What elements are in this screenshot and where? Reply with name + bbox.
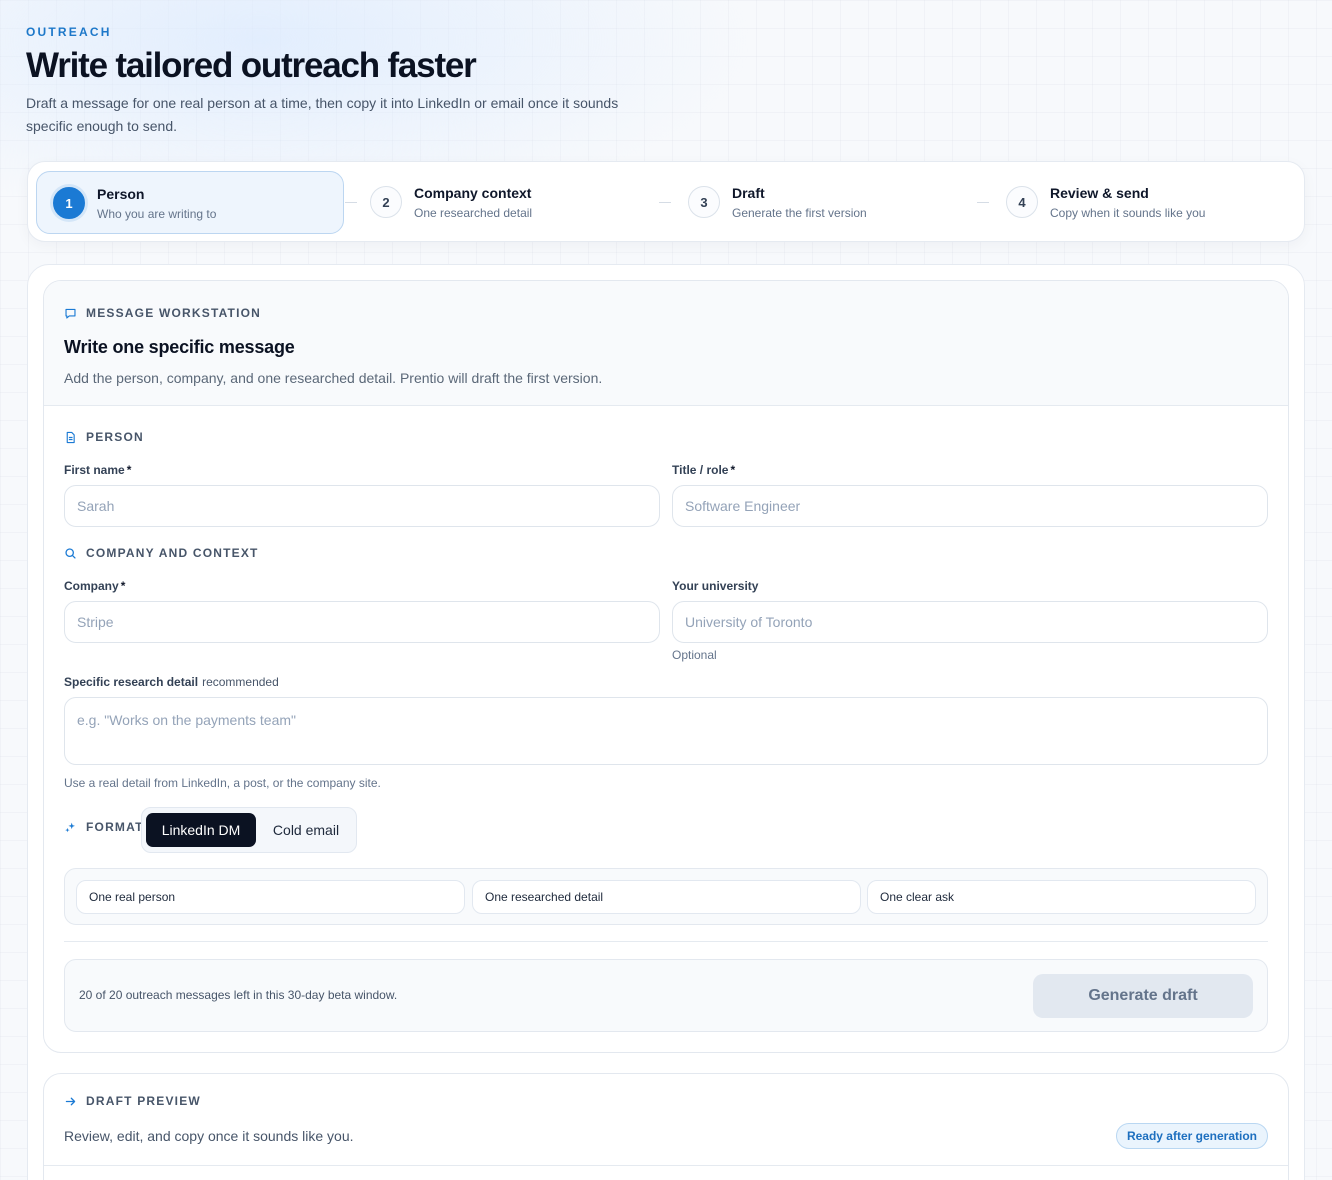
step-title: Person [97,186,145,202]
step-subtitle: One researched detail [414,206,533,220]
format-cold-email-button[interactable]: Cold email [258,813,354,847]
required-marker: * [730,463,736,477]
workstation-label-text: MESSAGE WORKSTATION [86,306,262,320]
person-section-label-text: PERSON [86,430,144,444]
page-subtitle: Draft a message for one real person at a… [26,95,619,134]
generate-draft-button[interactable]: Generate draft [1033,974,1253,1018]
checklist-item: One real person [76,880,465,914]
first-name-label-text: First name [64,463,125,477]
status-badge: Ready after generation [1115,1123,1268,1149]
title-role-field[interactable] [672,485,1268,527]
first-name-label: First name * [64,463,131,477]
step-subtitle: Copy when it sounds like you [1050,206,1206,220]
workstation-header: MESSAGE WORKSTATION Write one specific m… [44,281,1288,406]
workstation-label: MESSAGE WORKSTATION [64,306,261,320]
draft-preview-label: DRAFT PREVIEW [64,1094,201,1108]
message-checklist: One real person One researched detail On… [64,868,1268,925]
step-number: 2 [370,186,402,218]
university-field[interactable] [672,601,1268,643]
university-optional-hint: Optional [672,648,717,662]
draft-preview: DRAFT PREVIEW Review, edit, and copy onc… [43,1073,1289,1180]
format-toggle: LinkedIn DM Cold email [141,807,357,853]
divider [44,1165,1288,1166]
progress-stepper: 1 Person Who you are writing to 2 Compan… [27,161,1305,242]
step-title: Draft [732,185,765,201]
step-title: Company context [414,185,532,201]
required-marker: * [126,463,132,477]
checklist-item: One researched detail [472,880,861,914]
step-number: 4 [1006,186,1038,218]
research-detail-hint: recommended [202,675,279,689]
step-draft[interactable]: 3 Draft Generate the first version [672,171,980,234]
step-title: Review & send [1050,185,1149,201]
step-company-context[interactable]: 2 Company context One researched detail [354,171,662,234]
research-detail-field[interactable] [64,697,1268,765]
workstation-title: Write one specific message [64,337,295,357]
search-icon [65,547,76,559]
step-person[interactable]: 1 Person Who you are writing to [36,171,344,234]
research-detail-helper: Use a real detail from LinkedIn, a post,… [64,776,381,790]
checklist-item: One clear ask [867,880,1256,914]
step-subtitle: Who you are writing to [97,207,217,221]
research-detail-label: Specific research detail recommended [64,675,279,689]
person-section-label: PERSON [64,430,144,444]
step-connector [977,202,989,203]
university-label: Your university [672,579,759,593]
format-section-label-text: FORMAT [86,820,144,834]
draft-preview-subtitle: Review, edit, and copy once it sounds li… [64,1128,354,1144]
format-section-label: FORMAT [64,820,144,834]
company-label-text: Company [64,579,119,593]
required-marker: * [120,579,126,593]
arrow-right-icon [65,1097,76,1105]
divider [64,941,1268,942]
research-detail-label-text: Specific research detail [64,675,199,689]
company-field[interactable] [64,601,660,643]
quota-text: 20 of 20 outreach messages left in this … [79,988,398,1002]
generate-panel: 20 of 20 outreach messages left in this … [64,959,1268,1032]
message-workstation: MESSAGE WORKSTATION Write one specific m… [43,280,1289,1053]
step-number: 3 [688,186,720,218]
sparkle-icon [65,822,75,832]
step-subtitle: Generate the first version [732,206,867,220]
draft-preview-label-text: DRAFT PREVIEW [86,1094,201,1108]
title-role-label: Title / role * [672,463,735,477]
workstation-subtitle: Add the person, company, and one researc… [64,370,603,386]
company-section-label-text: COMPANY AND CONTEXT [86,546,259,560]
first-name-field[interactable] [64,485,660,527]
company-label: Company * [64,579,125,593]
page-title: Write tailored outreach faster [26,46,477,85]
step-review-send[interactable]: 4 Review & send Copy when it sounds like… [990,171,1298,234]
format-linkedin-dm-button[interactable]: LinkedIn DM [146,813,256,847]
message-icon [65,308,76,319]
company-section-label: COMPANY AND CONTEXT [64,546,259,560]
step-connector [659,202,671,203]
page-eyebrow: OUTREACH [26,25,112,39]
document-icon [66,431,75,443]
title-role-label-text: Title / role [672,463,729,477]
step-number: 1 [53,187,85,219]
